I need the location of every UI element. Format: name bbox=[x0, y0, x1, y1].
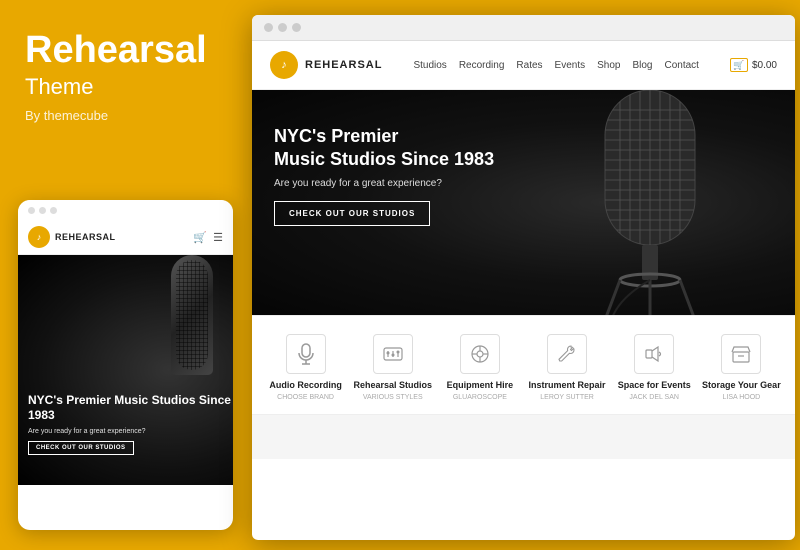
mobile-logo-icon: ♪ bbox=[28, 226, 50, 248]
mobile-dots bbox=[18, 200, 233, 221]
mobile-mic-grid bbox=[176, 260, 208, 370]
theme-title: Rehearsal bbox=[25, 30, 220, 72]
nav-recording[interactable]: Recording bbox=[459, 60, 505, 71]
services-row: Audio Recording CHOOSE BRAND Rehearsal S… bbox=[262, 334, 785, 402]
service-icon-2[interactable] bbox=[460, 334, 500, 374]
nav-events[interactable]: Events bbox=[555, 60, 586, 71]
theme-subtitle: Theme bbox=[25, 74, 220, 100]
service-sub: JACK DEL SAN bbox=[629, 393, 679, 402]
nav-shop[interactable]: Shop bbox=[597, 60, 620, 71]
service-icon-5[interactable] bbox=[721, 334, 761, 374]
service-name: Instrument Repair bbox=[529, 380, 606, 391]
service-name: Rehearsal Studios bbox=[353, 380, 432, 391]
mobile-hero-section: NYC's Premier Music Studios Since 1983 A… bbox=[18, 255, 233, 485]
service-sub: LEROY SUTTER bbox=[540, 393, 594, 402]
service-item: Equipment Hire GLUAROSCOPE bbox=[440, 334, 520, 402]
browser-dots bbox=[264, 23, 301, 32]
nav-studios[interactable]: Studios bbox=[413, 60, 446, 71]
nav-links[interactable]: Studios Recording Rates Events Shop Blog… bbox=[413, 60, 699, 71]
site-logo-icon: ♪ bbox=[270, 51, 298, 79]
hero-headline: NYC's Premier Music Studios Since 1983 bbox=[274, 125, 494, 170]
service-icon-3[interactable] bbox=[547, 334, 587, 374]
left-panel: Rehearsal Theme By themecube ♪ REHEARSAL… bbox=[0, 0, 245, 550]
service-item: Space for Events JACK DEL SAN bbox=[614, 334, 694, 402]
by-line: By themecube bbox=[25, 108, 220, 123]
dot-maximize[interactable] bbox=[292, 23, 301, 32]
service-icon-1[interactable] bbox=[373, 334, 413, 374]
service-sub: GLUAROSCOPE bbox=[453, 393, 507, 402]
nav-contact[interactable]: Contact bbox=[664, 60, 698, 71]
hero-text-content: NYC's Premier Music Studios Since 1983 A… bbox=[274, 125, 494, 226]
hero-subheadline: Are you ready for a great experience? bbox=[274, 178, 494, 189]
services-section: Audio Recording CHOOSE BRAND Rehearsal S… bbox=[252, 315, 795, 414]
nav-rates[interactable]: Rates bbox=[516, 60, 542, 71]
service-name: Audio Recording bbox=[269, 380, 342, 391]
cart-area[interactable]: 🛒 $0.00 bbox=[730, 58, 777, 72]
hero-section: NYC's Premier Music Studios Since 1983 A… bbox=[252, 90, 795, 315]
service-name: Storage Your Gear bbox=[702, 380, 781, 391]
site-logo: ♪ REHEARSAL bbox=[270, 51, 382, 79]
service-item: Instrument Repair LEROY SUTTER bbox=[527, 334, 607, 402]
service-item: Audio Recording CHOOSE BRAND bbox=[266, 334, 346, 402]
mobile-cta-button[interactable]: CHECK OUT OUR STUDIOS bbox=[28, 441, 134, 455]
mobile-header-icons: 🛒 ☰ bbox=[193, 231, 223, 244]
mobile-menu-icon[interactable]: ☰ bbox=[213, 231, 223, 244]
service-item: Rehearsal Studios VARIOUS STYLES bbox=[353, 334, 433, 402]
browser-toolbar bbox=[252, 15, 795, 41]
hero-cta-button[interactable]: CHECK OUT OUR STUDIOS bbox=[274, 201, 430, 226]
service-name: Equipment Hire bbox=[447, 380, 514, 391]
mobile-hero-content: NYC's Premier Music Studios Since 1983 A… bbox=[28, 393, 233, 455]
site-logo-text: REHEARSAL bbox=[305, 59, 382, 71]
mobile-hero-headline: NYC's Premier Music Studios Since 1983 bbox=[28, 393, 233, 424]
service-name: Space for Events bbox=[618, 380, 691, 391]
mobile-cart-icon[interactable]: 🛒 bbox=[193, 231, 207, 244]
mobile-logo-text: REHEARSAL bbox=[55, 232, 116, 242]
cart-amount: $0.00 bbox=[752, 60, 777, 71]
dot-minimize[interactable] bbox=[278, 23, 287, 32]
mobile-mic bbox=[171, 255, 213, 375]
cart-icon[interactable]: 🛒 bbox=[730, 58, 748, 72]
service-sub: CHOOSE BRAND bbox=[277, 393, 334, 402]
site-navigation: ♪ REHEARSAL Studios Recording Rates Even… bbox=[252, 41, 795, 90]
service-sub: VARIOUS STYLES bbox=[363, 393, 423, 402]
service-sub: LISA HOOD bbox=[722, 393, 760, 402]
hero-microphone bbox=[535, 90, 765, 315]
browser-window: ♪ REHEARSAL Studios Recording Rates Even… bbox=[252, 15, 795, 540]
service-icon-4[interactable] bbox=[634, 334, 674, 374]
footer-strip bbox=[252, 414, 795, 459]
mobile-logo: ♪ REHEARSAL bbox=[28, 226, 116, 248]
mobile-hero-sub: Are you ready for a great experience? bbox=[28, 428, 233, 435]
mobile-nav-header: ♪ REHEARSAL 🛒 ☰ bbox=[18, 221, 233, 255]
mobile-preview-card: ♪ REHEARSAL 🛒 ☰ NYC's Premier Music Stud… bbox=[18, 200, 233, 530]
nav-blog[interactable]: Blog bbox=[632, 60, 652, 71]
service-icon-0[interactable] bbox=[286, 334, 326, 374]
service-item: Storage Your Gear LISA HOOD bbox=[701, 334, 781, 402]
dot-close[interactable] bbox=[264, 23, 273, 32]
